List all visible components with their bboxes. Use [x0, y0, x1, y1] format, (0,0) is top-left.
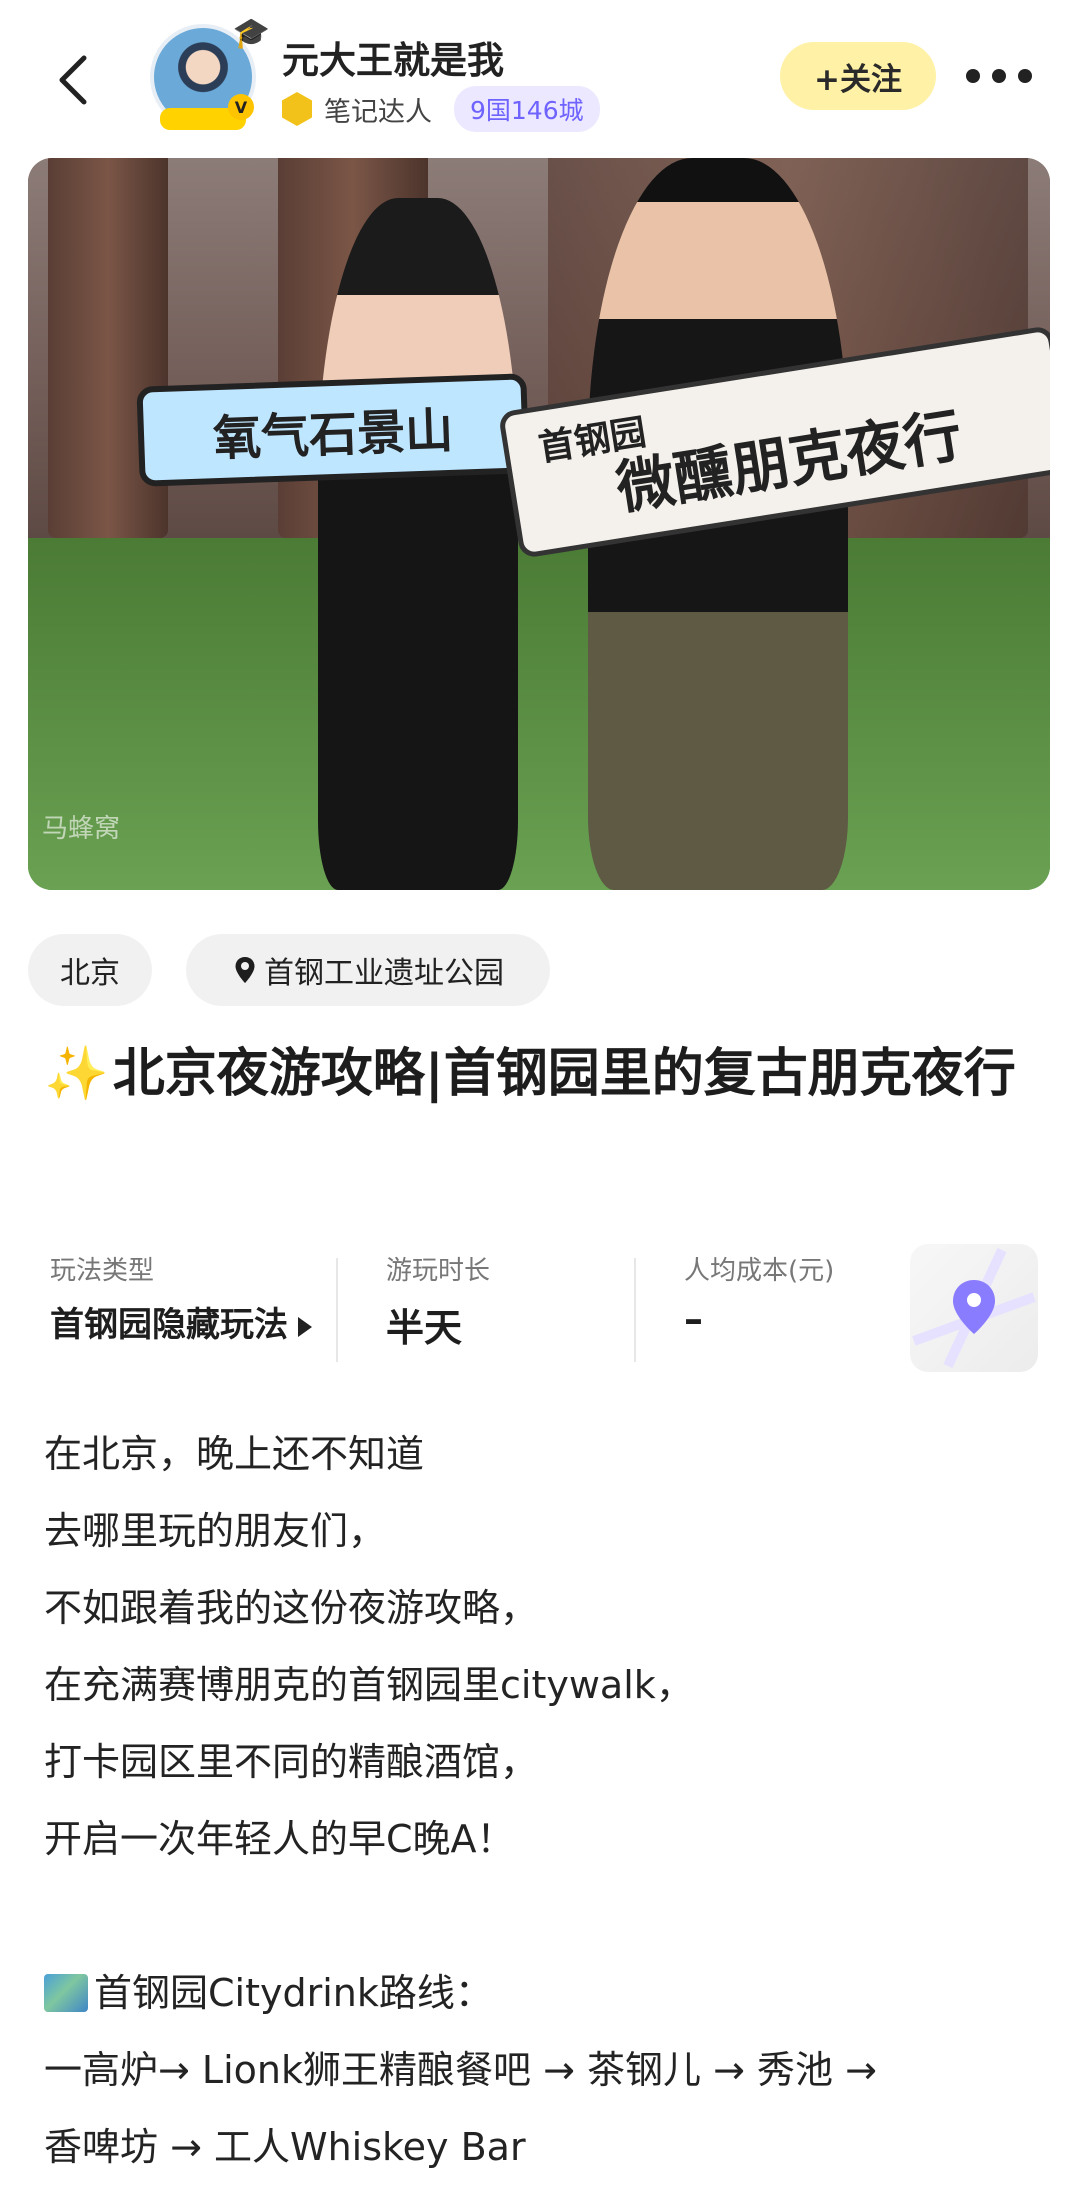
photo-watermark: 马蜂窝	[42, 814, 121, 844]
map-thumbnail-button[interactable]	[910, 1244, 1038, 1372]
world-map-icon	[44, 1974, 88, 2012]
route-line: 香啤坊 → 工人Whiskey Bar	[44, 2125, 526, 2169]
play-type-cell[interactable]: 玩法类型 首钢园隐藏玩法	[50, 1250, 312, 1346]
body-line: 不如跟着我的这份夜游攻略，	[44, 1586, 539, 1630]
chevron-left-icon	[59, 55, 87, 105]
note-body: 在北京，晚上还不知道 去哪里玩的朋友们， 不如跟着我的这份夜游攻略， 在充满赛博…	[44, 1416, 1044, 2186]
map-marker-icon	[953, 1280, 995, 1334]
poi-chip[interactable]: 首钢工业遗址公园	[186, 934, 550, 1006]
note-header: 🎓 V 元大王就是我 笔记达人 9国146城 +关注	[0, 0, 1080, 158]
note-title: ✨北京夜游攻略|首钢园里的复古朋克夜行	[44, 1034, 1034, 1114]
location-pin-icon	[235, 957, 255, 983]
graduation-cap-icon: 🎓	[232, 16, 270, 51]
play-type-label: 玩法类型	[50, 1256, 155, 1286]
cover-photo[interactable]: 氧气石景山 首钢园 微醺朋克夜行 马蜂窝	[28, 158, 1050, 890]
more-dot-icon	[966, 69, 980, 83]
back-button[interactable]	[46, 44, 106, 116]
level-hexagon-icon	[282, 92, 312, 126]
photo-sign-left: 氧气石景山	[136, 373, 530, 487]
more-dot-icon	[992, 69, 1006, 83]
play-type-value-text: 首钢园隐藏玩法	[50, 1305, 288, 1345]
body-line: 开启一次年轻人的早C晚A！	[44, 1817, 515, 1861]
note-title-text: 北京夜游攻略|首钢园里的复古朋克夜行	[112, 1044, 1016, 1104]
route-heading: 首钢园Citydrink路线：	[44, 1955, 1044, 2032]
divider	[634, 1258, 636, 1362]
body-line: 在北京，晚上还不知道	[44, 1432, 425, 1476]
poi-chip-label: 首钢工业遗址公园	[264, 956, 504, 991]
cost-value: –	[684, 1297, 703, 1341]
author-name[interactable]: 元大王就是我	[282, 30, 504, 84]
body-line: 去哪里玩的朋友们，	[44, 1509, 387, 1553]
cost-cell: 人均成本(元) –	[684, 1250, 834, 1341]
duration-cell: 游玩时长 半天	[386, 1250, 490, 1352]
level-label: 笔记达人	[324, 96, 432, 128]
photo-lawn	[28, 538, 1050, 890]
route-line: 一高炉→ Lionk狮王精酿餐吧 → 茶钢儿 → 秀池 →	[44, 2048, 877, 2092]
sparkles-icon: ✨	[44, 1044, 109, 1104]
follow-button[interactable]: +关注	[780, 42, 936, 110]
more-dot-icon	[1018, 69, 1032, 83]
author-badges: 笔记达人 9国146城	[282, 86, 600, 132]
more-options-button[interactable]	[966, 50, 1032, 102]
trip-info-card: 玩法类型 首钢园隐藏玩法 游玩时长 半天 人均成本(元) –	[44, 1244, 1044, 1374]
person-left	[318, 198, 518, 890]
body-line: 打卡园区里不同的精酿酒馆，	[44, 1740, 539, 1784]
body-line: 在充满赛博朋克的首钢园里citywalk，	[44, 1663, 694, 1707]
divider	[336, 1258, 338, 1362]
route-heading-text: 首钢园Citydrink路线：	[94, 1971, 493, 2015]
duration-label: 游玩时长	[386, 1256, 491, 1286]
play-type-value: 首钢园隐藏玩法	[50, 1297, 312, 1346]
cost-label: 人均成本(元)	[684, 1256, 835, 1286]
play-arrow-icon	[298, 1316, 312, 1337]
verified-v-icon: V	[228, 94, 254, 120]
city-chip[interactable]: 北京	[28, 934, 152, 1006]
author-avatar[interactable]: 🎓 V	[150, 16, 270, 130]
duration-value: 半天	[386, 1306, 463, 1350]
travel-count-tag[interactable]: 9国146城	[454, 86, 600, 132]
